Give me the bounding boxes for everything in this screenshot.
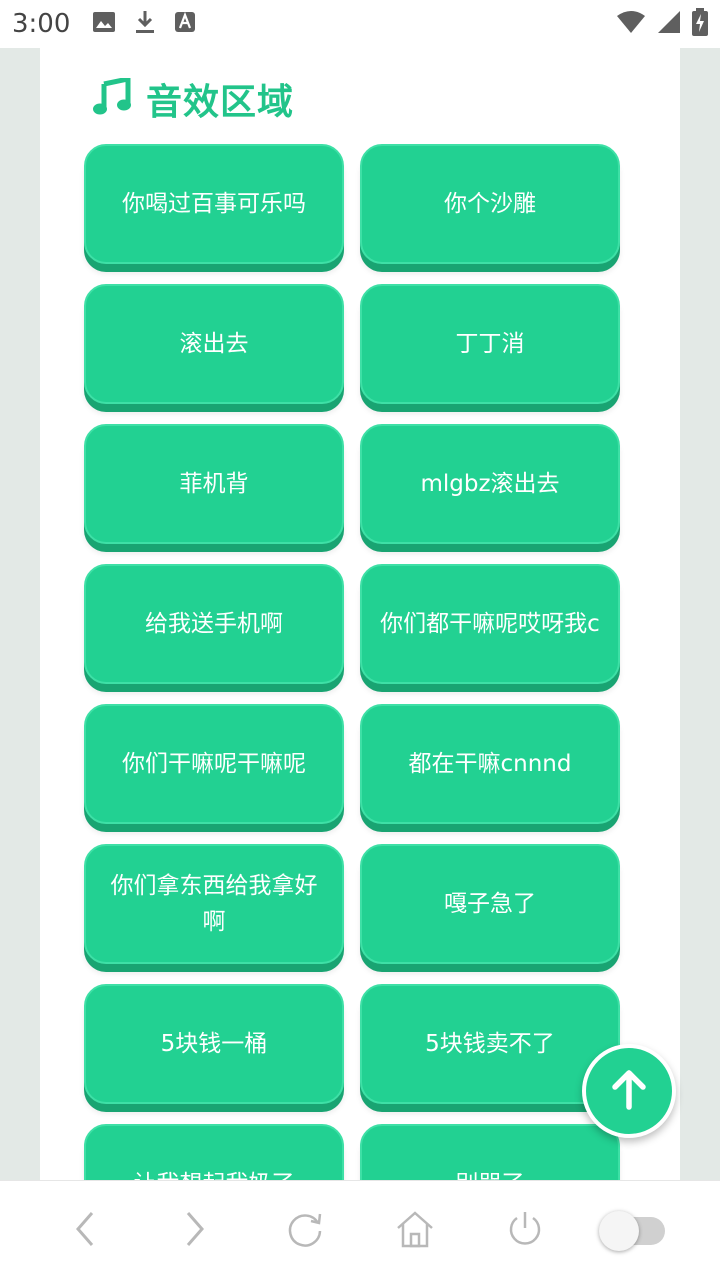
toggle-knob xyxy=(599,1210,639,1251)
back-icon xyxy=(70,1209,100,1253)
power-button[interactable] xyxy=(495,1201,555,1261)
sound-button[interactable]: 嘎子急了 xyxy=(360,844,620,964)
sound-button[interactable]: 你们拿东西给我拿好啊 xyxy=(84,844,344,964)
sound-button[interactable]: 都在干嘛cnnnd xyxy=(360,704,620,824)
wifi-icon xyxy=(616,10,646,38)
mode-toggle[interactable] xyxy=(599,1201,665,1261)
status-bar: 3:00 xyxy=(0,0,720,48)
forward-button[interactable] xyxy=(165,1201,225,1261)
forward-icon xyxy=(180,1209,210,1253)
toggle-track xyxy=(599,1210,665,1251)
sound-button[interactable]: 别哭了 xyxy=(360,1124,620,1180)
download-icon xyxy=(134,9,156,39)
sound-button[interactable]: 给我送手机啊 xyxy=(84,564,344,684)
sound-button[interactable]: 让我想起我奶了 xyxy=(84,1124,344,1180)
sound-button[interactable]: 你喝过百事可乐吗 xyxy=(84,144,344,264)
sound-section-card: 音效区域 你喝过百事可乐吗 你个沙雕 滚出去 丁丁消 菲机背 mlgbz滚出去 … xyxy=(40,48,680,1180)
sound-button[interactable]: mlgbz滚出去 xyxy=(360,424,620,544)
bottom-nav xyxy=(0,1180,720,1280)
sound-button[interactable]: 滚出去 xyxy=(84,284,344,404)
sound-button[interactable]: 5块钱卖不了 xyxy=(360,984,620,1104)
battery-charging-icon xyxy=(692,8,708,40)
scroll-to-top-button[interactable] xyxy=(582,1044,676,1138)
sound-button-grid: 你喝过百事可乐吗 你个沙雕 滚出去 丁丁消 菲机背 mlgbz滚出去 给我送手机… xyxy=(84,144,620,1180)
refresh-icon xyxy=(285,1209,325,1253)
section-header: 音效区域 xyxy=(92,74,294,124)
sound-button[interactable]: 丁丁消 xyxy=(360,284,620,404)
refresh-button[interactable] xyxy=(275,1201,335,1261)
power-icon xyxy=(505,1209,545,1253)
a-box-icon xyxy=(174,11,196,37)
home-icon xyxy=(394,1208,436,1254)
sound-button[interactable]: 5块钱一桶 xyxy=(84,984,344,1104)
section-title: 音效区域 xyxy=(146,82,295,123)
sound-button[interactable]: 菲机背 xyxy=(84,424,344,544)
sound-button[interactable]: 你们都干嘛呢哎呀我c xyxy=(360,564,620,684)
sound-button[interactable]: 你个沙雕 xyxy=(360,144,620,264)
home-button[interactable] xyxy=(385,1201,445,1261)
signal-icon xyxy=(656,9,682,39)
status-time: 3:00 xyxy=(12,9,71,39)
music-note-icon xyxy=(92,75,132,120)
sound-button[interactable]: 你们干嘛呢干嘛呢 xyxy=(84,704,344,824)
image-icon xyxy=(92,11,116,37)
back-button[interactable] xyxy=(55,1201,115,1261)
arrow-up-icon xyxy=(609,1067,649,1115)
